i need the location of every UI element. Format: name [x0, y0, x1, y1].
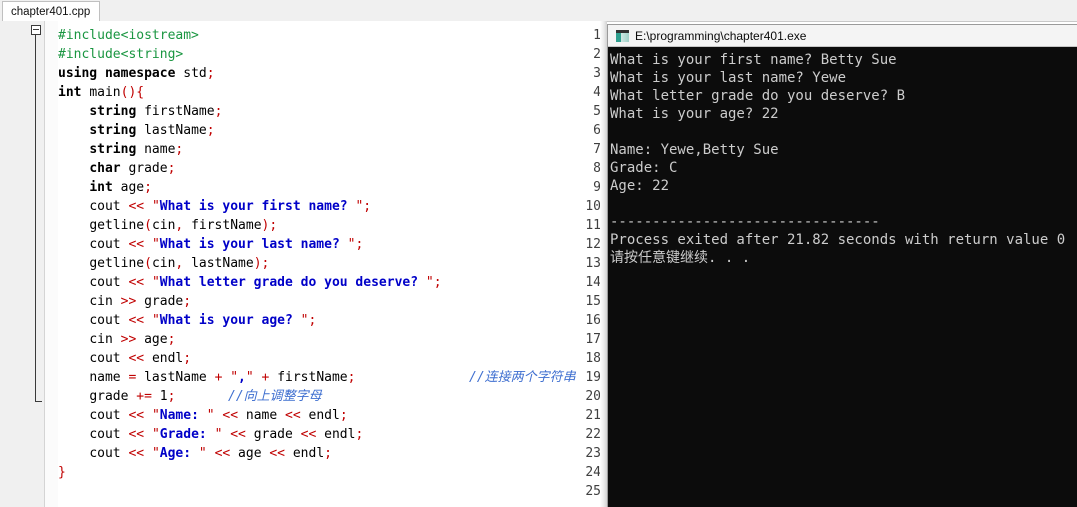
- code-line: cout << "Name: " << name << endl;: [89, 408, 348, 423]
- code-line: string lastName;: [89, 123, 215, 138]
- console-title-text: E:\programming\chapter401.exe: [635, 29, 807, 43]
- code-editor-pane[interactable]: 1 2 3 4 5 6 7 8 9 10 11 12 13 14 15 16 17 18 19 20 21 22 23 24 2…: [0, 21, 607, 507]
- console-output-line: Age: 22: [610, 178, 670, 194]
- code-line: getline(cin, firstName);: [89, 218, 278, 233]
- code-line: string firstName;: [89, 104, 223, 119]
- code-line: int main(){: [58, 85, 145, 100]
- console-output-line: What is your last name? Yewe: [610, 70, 847, 86]
- code-line: cout << endl;: [89, 351, 192, 366]
- ide-window: chapter401.cpp 1 2 3 4 5 6 7 8 9 10 11 12 13 14 15 16 17…: [0, 0, 1077, 507]
- code-line: cout << "What is your age? ";: [89, 313, 317, 328]
- console-output-line: What letter grade do you deserve? B: [610, 88, 906, 104]
- inline-comment: //向上调整字母: [228, 389, 322, 404]
- code-line: #include<string>: [58, 47, 184, 62]
- code-line: }: [58, 465, 66, 480]
- code-folding-column: [45, 21, 58, 507]
- console-output-line: Grade: C: [610, 160, 678, 176]
- console-output[interactable]: What is your first name? Betty Sue What i…: [608, 47, 1077, 507]
- code-line: name = lastName + "," + firstName;: [89, 370, 356, 385]
- code-line: grade += 1;: [89, 389, 176, 404]
- tab-chapter401-cpp[interactable]: chapter401.cpp: [2, 1, 101, 21]
- inline-comment: //连接两个字符串: [469, 370, 576, 385]
- code-line: cout << "What is your last name? ";: [89, 237, 364, 252]
- console-app-icon: [616, 30, 629, 42]
- console-output-line: What is your first name? Betty Sue: [610, 52, 897, 68]
- code-line: cout << "Grade: " << grade << endl;: [89, 427, 364, 442]
- console-output-line: Process exited after 21.82 seconds with …: [610, 232, 1066, 248]
- code-line: getline(cin, lastName);: [89, 256, 270, 271]
- fold-guide-foot: [35, 401, 42, 402]
- code-line: char grade;: [89, 161, 176, 176]
- console-output-line: --------------------------------: [610, 214, 880, 230]
- console-output-line: 请按任意键继续. . .: [610, 250, 751, 266]
- code-text-area[interactable]: #include<iostream> #include<string> using …: [58, 21, 607, 507]
- fold-collapse-icon[interactable]: [31, 25, 41, 35]
- code-line: using namespace std;: [58, 66, 215, 81]
- code-line: cin >> grade;: [89, 294, 192, 309]
- console-output-line: Name: Yewe,Betty Sue: [610, 142, 779, 158]
- code-line: string name;: [89, 142, 184, 157]
- fold-guide-line: [35, 35, 36, 402]
- code-line: int age;: [89, 180, 152, 195]
- pane-splitter[interactable]: [600, 21, 607, 507]
- console-title-bar: E:\programming\chapter401.exe: [608, 25, 1077, 47]
- code-line: cout << "Age: " << age << endl;: [89, 446, 332, 461]
- console-output-line: What is your age? 22: [610, 106, 779, 122]
- console-window[interactable]: E:\programming\chapter401.exe What is yo…: [607, 24, 1077, 507]
- editor-tab-strip: chapter401.cpp: [0, 0, 1077, 22]
- code-line: #include<iostream>: [58, 28, 199, 43]
- code-line: cout << "What is your first name? ";: [89, 199, 372, 214]
- code-line: cout << "What letter grade do you deserv…: [89, 275, 442, 290]
- code-line: cin >> age;: [89, 332, 176, 347]
- line-number-gutter: [0, 21, 44, 507]
